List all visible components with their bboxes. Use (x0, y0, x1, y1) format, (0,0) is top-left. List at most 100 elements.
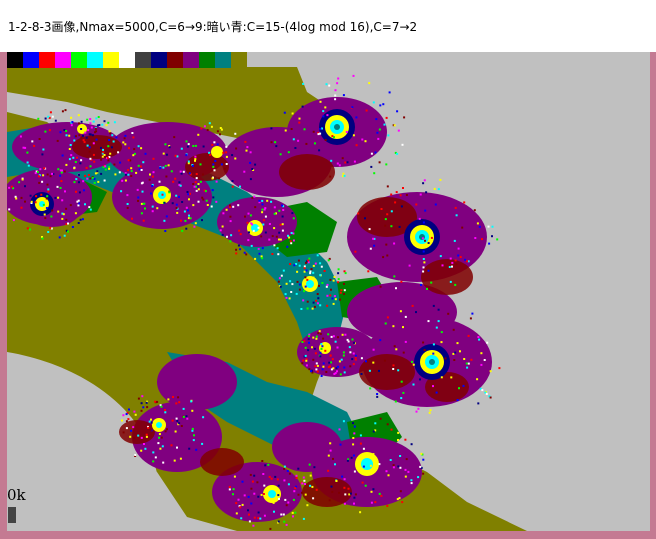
speckle (464, 258, 467, 261)
speckle (400, 205, 403, 208)
speckle (248, 231, 250, 234)
speckle (123, 137, 126, 140)
speckle (331, 490, 334, 493)
speckle (312, 301, 315, 304)
speckle (279, 238, 282, 241)
speckle (203, 125, 206, 128)
palette-swatch (215, 52, 231, 68)
speckle (189, 192, 191, 195)
speckle (61, 110, 64, 113)
speckle (270, 141, 273, 144)
speckle (281, 204, 283, 207)
speckle (178, 181, 181, 184)
speckle (104, 168, 107, 171)
speckle (379, 339, 382, 342)
speckle (305, 364, 308, 367)
speckle (187, 143, 190, 146)
speckle (277, 253, 280, 256)
speckle (298, 117, 301, 120)
speckle (298, 121, 301, 124)
speckle (219, 127, 222, 129)
speckle (46, 195, 49, 198)
speckle (476, 378, 479, 381)
speckle (355, 144, 358, 147)
speckle (292, 515, 294, 518)
speckle (278, 231, 281, 234)
speckle (191, 164, 194, 167)
speckle (175, 203, 178, 206)
speckle (208, 122, 211, 125)
speckle (378, 463, 381, 466)
speckle (103, 179, 106, 182)
speckle (140, 169, 143, 171)
speckle (451, 261, 454, 264)
speckle (113, 163, 116, 166)
speckle (441, 264, 444, 267)
speckle (329, 294, 332, 297)
speckle (314, 365, 317, 368)
speckle (419, 378, 421, 381)
speckle (352, 443, 355, 446)
speckle (81, 218, 84, 221)
speckle (109, 132, 112, 135)
speckle (180, 219, 182, 222)
speckle (88, 150, 91, 153)
speckle (417, 407, 420, 410)
speckle (334, 98, 337, 101)
speckle (113, 121, 116, 124)
speckle (267, 463, 270, 466)
speckle (275, 145, 278, 148)
speckle (263, 514, 266, 517)
speckle (39, 168, 42, 171)
speckle (38, 181, 41, 184)
speckle (261, 199, 264, 202)
speckle (452, 328, 455, 331)
speckle (80, 159, 83, 162)
speckle (415, 410, 418, 413)
speckle (374, 151, 377, 154)
speckle (400, 380, 403, 383)
speckle (149, 173, 151, 176)
speckle (422, 472, 425, 475)
speckle (243, 170, 246, 173)
speckle (108, 167, 111, 170)
speckle (280, 274, 283, 277)
spiral-center-7 (302, 276, 318, 292)
speckle (330, 335, 333, 338)
speckle (180, 147, 183, 150)
speckle (69, 204, 72, 207)
speckle (370, 501, 373, 504)
speckle (160, 405, 163, 408)
speckle (164, 143, 167, 146)
speckle (350, 456, 353, 459)
speckle (398, 497, 401, 500)
speckle (121, 179, 124, 182)
speckle (112, 140, 115, 143)
speckle (330, 361, 332, 364)
speckle (60, 180, 63, 183)
speckle (483, 359, 486, 361)
speckle (27, 164, 30, 167)
speckle (78, 181, 80, 184)
speckle (359, 511, 362, 514)
speckle (395, 287, 397, 290)
speckle (154, 456, 157, 459)
spiral-center-10 (152, 418, 166, 432)
speckle (373, 172, 376, 175)
speckle (304, 285, 307, 288)
speckle (305, 142, 308, 145)
drawing-canvas[interactable]: 0k (7, 52, 650, 531)
speckle (200, 127, 203, 130)
speckle (353, 341, 356, 344)
speckle (452, 352, 455, 355)
speckle (163, 219, 166, 222)
speckle (46, 183, 49, 186)
speckle (88, 206, 91, 209)
speckle (306, 278, 309, 281)
speckle (148, 420, 151, 423)
speckle (333, 295, 336, 298)
speckle (181, 229, 184, 232)
speckle (399, 490, 402, 493)
speckle (307, 338, 310, 341)
speckle (165, 215, 168, 218)
